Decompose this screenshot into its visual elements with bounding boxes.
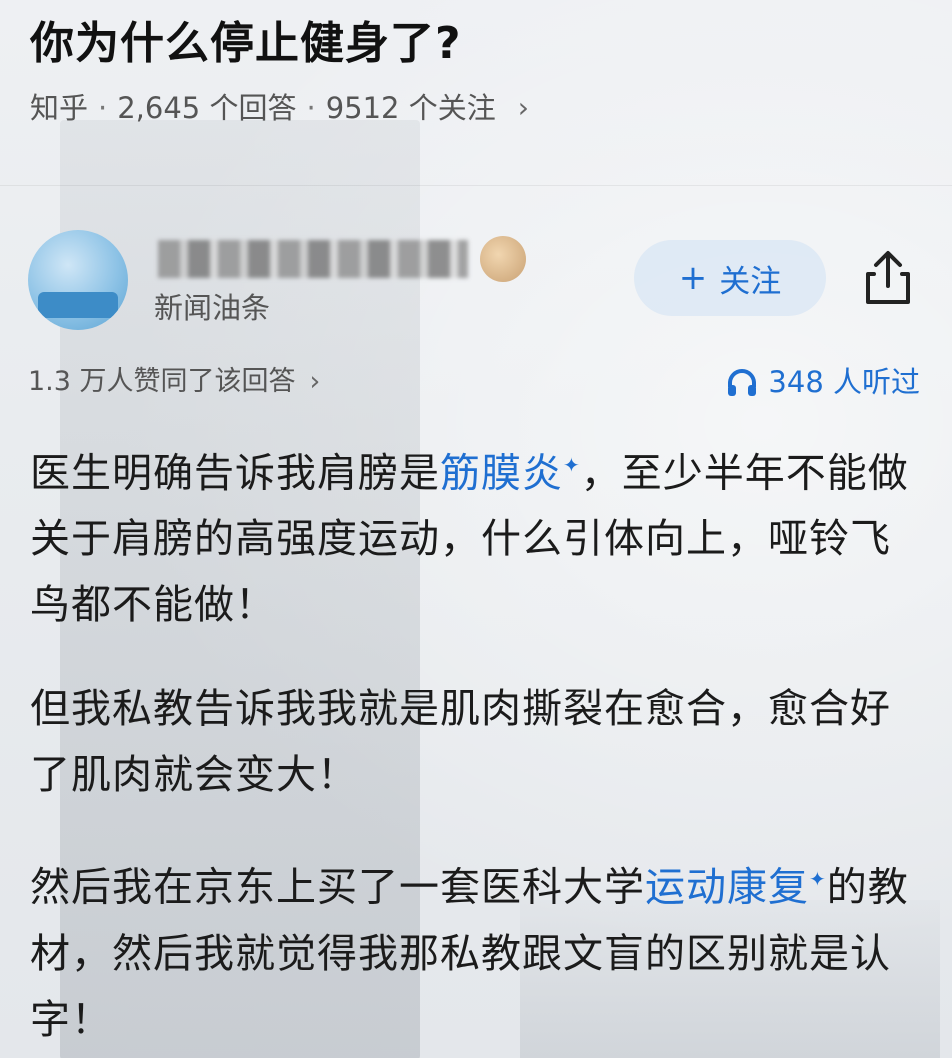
question-meta[interactable]: 知乎 · 2,645 个回答 · 9512 个关注 › (30, 88, 932, 128)
agree-count[interactable]: 1.3 万人赞同了该回答 › (28, 360, 320, 404)
paragraph-text: 医生明确告诉我肩膀是 (30, 450, 440, 497)
listened-count[interactable]: 348 人听过 (726, 360, 920, 404)
answer-paragraph-3: 然后我在京东上买了一套医科大学运动康复✦的教材，然后我就觉得我那私教跟文盲的区别… (30, 846, 920, 1052)
answer-content: 医生明确告诉我肩膀是筋膜炎✦，至少半年不能做关于肩膀的高强度运动，什么引体向上，… (30, 432, 920, 1058)
avatar-band (38, 292, 118, 318)
paragraph-text: 然后我在京东上买了一套医科大学 (30, 864, 645, 911)
stats-row: 1.3 万人赞同了该回答 › 348 人听过 (28, 360, 920, 404)
listened-text: 348 人听过 (768, 365, 920, 399)
author-badge-icon (480, 236, 526, 282)
meta-separator: · (98, 91, 108, 125)
sparkle-icon: ✦ (809, 867, 827, 892)
sparkle-icon: ✦ (563, 453, 581, 477)
follow-button[interactable]: + 关注 (634, 240, 826, 316)
agree-text: 1.3 万人赞同了该回答 (28, 366, 296, 397)
share-icon[interactable] (860, 248, 916, 308)
source-label: 知乎 (30, 91, 89, 125)
keyword-link[interactable]: 筋膜炎 (440, 450, 563, 496)
chevron-right-icon[interactable]: › (518, 88, 529, 128)
author-description: 新闻油条 (154, 291, 271, 325)
headphones-icon (728, 369, 757, 396)
keyword-link[interactable]: 运动康复 (645, 865, 809, 911)
question-header: 你为什么停止健身了? 知乎 · 2,645 个回答 · 9512 个关注 › (30, 14, 932, 128)
follow-label: 关注 (719, 263, 782, 300)
avatar[interactable] (28, 230, 128, 330)
author-row: 新闻油条 + 关注 (28, 228, 928, 338)
meta-separator: · (306, 91, 316, 125)
answer-paragraph-2: 但我私教告诉我我就是肌肉撕裂在愈合，愈合好了肌肉就会变大！ (30, 686, 891, 799)
chevron-right-icon: › (309, 366, 321, 397)
plus-icon: + (678, 258, 708, 298)
author-name-blurred[interactable] (158, 240, 468, 278)
answer-count: 2,645 个回答 (117, 91, 297, 125)
follower-count: 9512 个关注 (325, 91, 496, 125)
question-title[interactable]: 你为什么停止健身了? (30, 14, 932, 74)
answer-paragraph-1: 医生明确告诉我肩膀是筋膜炎✦，至少半年不能做关于肩膀的高强度运动，什么引体向上，… (30, 432, 920, 638)
divider (0, 185, 952, 186)
